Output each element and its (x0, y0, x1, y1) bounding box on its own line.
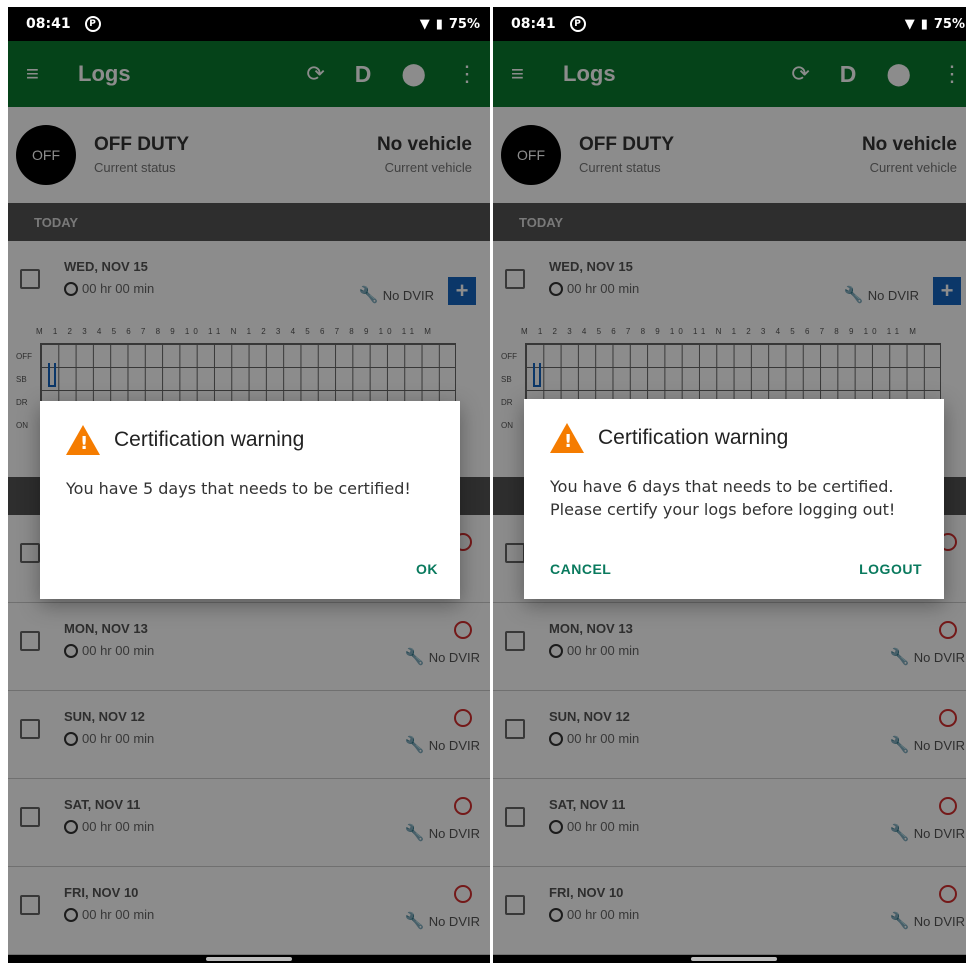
logout-button[interactable]: LOGOUT (859, 561, 922, 577)
dialog-message: You have 5 days that needs to be certifi… (66, 479, 411, 498)
status-time: 08:41 (511, 16, 556, 32)
dialog-title: Certification warning (598, 426, 789, 449)
battery-level: 75% (448, 16, 480, 32)
battery-level: 75% (933, 16, 965, 32)
home-gesture-handle[interactable] (691, 957, 777, 961)
certification-dialog: Certification warning You have 5 days th… (40, 401, 460, 599)
phone-screen-2: 08:41 P ▼ ▮ 75% ≡ Logs ⟳ D ⬤ ⋮ OFF OFF D… (493, 7, 966, 963)
battery-icon: ▮ (920, 16, 928, 32)
navigation-bar (493, 955, 966, 963)
home-gesture-handle[interactable] (206, 957, 292, 961)
cancel-button[interactable]: CANCEL (550, 561, 611, 577)
comparison-stage: 08:41 P ▼ ▮ 75% ≡ Logs ⟳ D ⬤ ⋮ OFF OFF D… (0, 0, 966, 971)
status-bar: 08:41 P ▼ ▮ 75% (8, 7, 490, 41)
battery-icon: ▮ (435, 16, 443, 32)
ok-button[interactable]: OK (416, 561, 438, 577)
navigation-bar (8, 955, 490, 963)
status-bar: 08:41 P ▼ ▮ 75% (493, 7, 966, 41)
certification-dialog: Certification warning You have 6 days th… (524, 399, 944, 599)
warning-icon (66, 425, 100, 455)
wifi-icon: ▼ (904, 16, 915, 32)
status-time: 08:41 (26, 16, 71, 32)
dialog-title: Certification warning (114, 428, 305, 451)
phone-screen-1: 08:41 P ▼ ▮ 75% ≡ Logs ⟳ D ⬤ ⋮ OFF OFF D… (8, 7, 490, 963)
wifi-icon: ▼ (419, 16, 430, 32)
notification-icon: P (84, 16, 101, 32)
notification-icon: P (569, 16, 586, 32)
warning-icon (550, 423, 584, 453)
dialog-message: You have 6 days that needs to be certifi… (550, 477, 896, 519)
